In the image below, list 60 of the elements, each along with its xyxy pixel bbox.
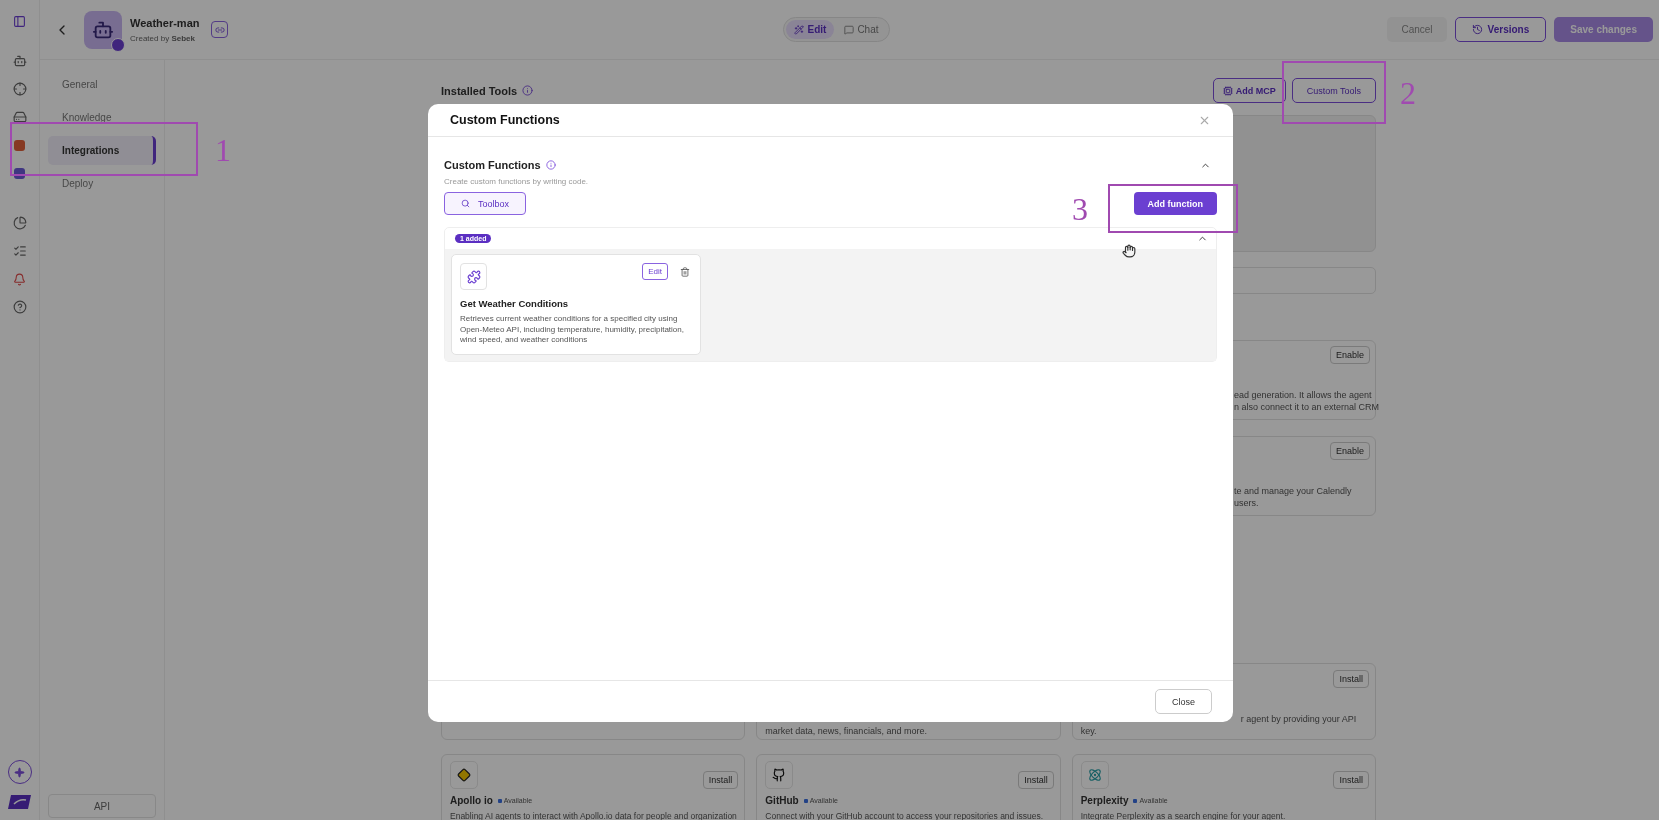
nav-item[interactable]: Deploy — [48, 169, 156, 198]
annotation-number: 3 — [1072, 193, 1088, 225]
history-icon — [1471, 24, 1483, 35]
search-icon — [461, 199, 470, 208]
enable-button[interactable]: Enable — [1329, 346, 1370, 364]
installed-tools-title: Installed Tools — [441, 84, 518, 97]
link-button[interactable] — [211, 21, 229, 38]
hand-cursor-icon — [1122, 244, 1136, 258]
chat-bubble-icon — [844, 24, 855, 35]
brand-logo-icon[interactable] — [7, 794, 32, 810]
install-button[interactable]: Install — [702, 771, 739, 789]
api-button[interactable]: API — [48, 794, 156, 818]
function-description: Retrieves current weather conditions for a specified city using Open-Meteo API, including temperature, humidity, precipitation, wind speed, and weather conditions — [460, 314, 685, 346]
created-by-text: Created by Sebek — [130, 33, 196, 43]
mode-tab[interactable]: Edit — [786, 20, 835, 39]
nav-item[interactable]: Knowledge — [48, 103, 156, 132]
nav-item[interactable]: General — [48, 70, 156, 99]
integration-name: Perplexity — [1080, 795, 1129, 806]
link-icon — [215, 24, 225, 35]
integration-name: Apollo io — [450, 795, 493, 806]
custom-tools-button[interactable]: Custom Tools — [1291, 78, 1376, 103]
add-function-button[interactable]: Add function — [1133, 192, 1217, 215]
integration-description: market data, news, financials, and more. — [765, 725, 927, 737]
mode-tab[interactable]: Chat — [836, 20, 887, 39]
integration-description: key. — [1080, 725, 1097, 737]
install-button[interactable]: Install — [1333, 670, 1369, 688]
versions-button[interactable]: Versions — [1454, 17, 1547, 42]
edit-button[interactable]: Edit — [642, 263, 668, 280]
integration-description: Integrate Perplexity as a search engine for your agent. — [1080, 811, 1287, 820]
install-button[interactable]: Install — [1018, 771, 1054, 789]
dialog-title: Custom Functions — [450, 113, 560, 127]
agent-avatar — [84, 10, 122, 49]
info-icon[interactable] — [522, 85, 534, 96]
integration-description: r agent by providing your API — [1240, 713, 1357, 725]
integration-description: Connect with your GitHub account to access your repositories and issues. — [765, 811, 1045, 820]
delete-icon[interactable] — [680, 267, 690, 277]
cancel-button[interactable]: Cancel — [1387, 17, 1447, 42]
section-subtitle: Create custom functions by writing code. — [444, 177, 590, 186]
toolbox-button[interactable]: Toolbox — [444, 192, 527, 215]
function-name: Get Weather Conditions — [460, 298, 570, 309]
integration-description: Enabling AI agents to interact with Apollo.io data for people and organization — [450, 811, 738, 820]
tool-description: ead generation. It allows the agent n also connect it to an external CRM — [1234, 389, 1380, 413]
close-button[interactable]: Close — [1155, 689, 1212, 714]
apollo-logo-icon — [457, 768, 471, 782]
annotation-number: 1 — [215, 134, 231, 166]
add-mcp-button[interactable]: Add MCP — [1212, 78, 1286, 103]
github-logo-icon — [772, 768, 787, 782]
wand-icon — [794, 24, 805, 35]
agent-name: Weather-man — [130, 16, 200, 29]
nav-item[interactable]: Integrations — [48, 136, 156, 165]
puzzle-icon — [460, 263, 487, 290]
perplexity-logo-icon — [1087, 768, 1102, 782]
chip-icon — [1222, 85, 1233, 96]
section-title: Custom Functions — [444, 159, 541, 171]
annotation-number: 2 — [1400, 77, 1416, 109]
tool-description: te and manage your Calendly users. — [1234, 485, 1352, 509]
info-icon[interactable] — [545, 160, 556, 170]
enable-button[interactable]: Enable — [1329, 442, 1370, 460]
integration-name: GitHub — [765, 795, 799, 806]
install-button[interactable]: Install — [1333, 771, 1369, 789]
